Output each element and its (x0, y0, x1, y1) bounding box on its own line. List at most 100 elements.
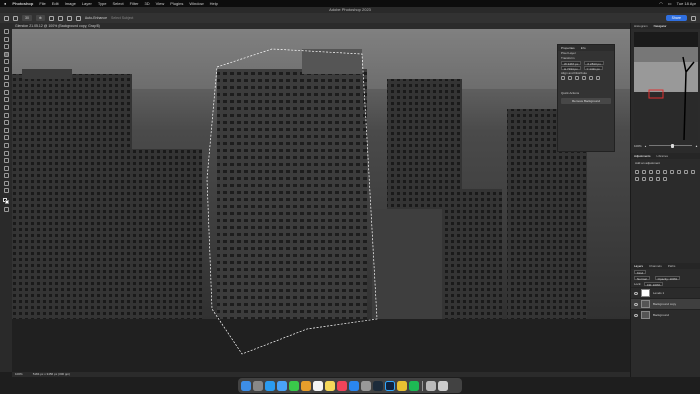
zoom-slider[interactable] (649, 143, 693, 148)
tab-adjustments[interactable]: Adjustments (634, 153, 651, 159)
align-middle-icon[interactable] (589, 76, 593, 80)
document-image[interactable] (12, 29, 630, 372)
history-brush-tool-icon[interactable] (3, 104, 9, 110)
frame-tool-icon[interactable] (3, 66, 9, 72)
hand-tool-icon[interactable] (3, 173, 9, 179)
battery-icon[interactable]: ▭ (668, 1, 672, 6)
healing-brush-tool-icon[interactable] (3, 82, 9, 88)
marquee-tool-icon[interactable] (3, 36, 9, 42)
lasso-tool-icon[interactable] (3, 44, 9, 50)
gradient-tool-icon[interactable] (3, 120, 9, 126)
menu-select[interactable]: Select (112, 1, 123, 6)
zoom-in-icon[interactable]: ▲ (695, 144, 698, 148)
system-settings-icon[interactable] (361, 380, 371, 391)
tab-paths[interactable]: Paths (668, 263, 676, 269)
navigator-zoom-value[interactable]: 100% (634, 144, 642, 148)
auto-enhance-checkbox[interactable]: Auto-Enhance (85, 16, 107, 20)
canvas[interactable] (12, 29, 630, 372)
quick-actions-header[interactable]: Quick Actions (558, 91, 614, 96)
type-tool-icon[interactable] (3, 150, 9, 156)
levels-icon[interactable] (642, 170, 646, 174)
photo-filter-icon[interactable] (691, 170, 695, 174)
app-menu[interactable]: Photoshop (12, 1, 33, 6)
align-top-icon[interactable] (582, 76, 586, 80)
menu-plugins[interactable]: Plugins (170, 1, 183, 6)
menu-view[interactable]: View (156, 1, 165, 6)
chrome-icon[interactable] (397, 380, 407, 391)
layer-name[interactable]: Background (653, 313, 669, 317)
select-subject-button[interactable]: Select Subject (111, 16, 133, 20)
app-store-icon[interactable] (349, 380, 359, 391)
select-mode-chip[interactable]: ⊕ (35, 15, 45, 21)
remove-background-button[interactable]: Remove Background (561, 98, 611, 104)
apple-icon[interactable]: ● (4, 1, 6, 6)
opacity-field[interactable]: Opacity: 100% (654, 276, 681, 281)
vibrance-icon[interactable] (663, 170, 667, 174)
share-button[interactable]: Share (665, 15, 687, 21)
color-balance-icon[interactable] (677, 170, 681, 174)
tab-histogram[interactable]: Histogram (634, 23, 648, 29)
channel-mixer-icon[interactable] (635, 177, 639, 181)
search-icon[interactable] (691, 15, 696, 21)
visibility-eye-icon[interactable] (634, 313, 638, 317)
brightness-icon[interactable] (635, 170, 639, 174)
rectangle-tool-icon[interactable] (3, 165, 9, 171)
y-field[interactable]: Y 1411 px (583, 66, 603, 71)
notes-icon[interactable] (325, 380, 335, 391)
wifi-icon[interactable]: ◠ (659, 1, 663, 6)
threshold-icon[interactable] (656, 177, 660, 181)
tab-layers[interactable]: Layers (634, 263, 643, 269)
quick-selection-icon[interactable] (13, 15, 18, 21)
dodge-tool-icon[interactable] (3, 135, 9, 141)
calendar-icon[interactable] (313, 380, 323, 391)
crop-tool-icon[interactable] (3, 59, 9, 65)
clone-stamp-tool-icon[interactable] (3, 97, 9, 103)
launchpad-icon[interactable] (253, 380, 263, 391)
path-selection-tool-icon[interactable] (3, 158, 9, 164)
tab-navigator[interactable]: Navigator (654, 23, 667, 29)
align-bottom-icon[interactable] (596, 76, 600, 80)
blend-mode-select[interactable]: Normal (634, 276, 650, 281)
x-field[interactable]: X 2813 px (584, 61, 604, 66)
menu-window[interactable]: Window (189, 1, 203, 6)
align-right-icon[interactable] (575, 76, 579, 80)
move-tool-icon[interactable] (3, 29, 9, 34)
eyedropper-tool-icon[interactable] (3, 74, 9, 80)
sample-all-icon[interactable] (66, 15, 72, 21)
add-selection-icon[interactable] (48, 15, 54, 21)
lightroom-icon[interactable] (373, 380, 383, 391)
zoom-tool-icon[interactable] (3, 180, 9, 186)
menu-image[interactable]: Image (65, 1, 76, 6)
layer-name[interactable]: Background copy (653, 302, 676, 306)
photoshop-icon[interactable] (385, 380, 395, 391)
layer-row[interactable]: Background copy (631, 298, 700, 309)
menu-filter[interactable]: Filter (130, 1, 139, 6)
spotify-icon[interactable] (409, 380, 419, 391)
brush-tool-icon[interactable] (3, 89, 9, 95)
navigator-preview[interactable] (634, 32, 698, 140)
black-white-icon[interactable] (684, 170, 688, 174)
menu-edit[interactable]: Edit (52, 1, 59, 6)
eraser-tool-icon[interactable] (3, 112, 9, 118)
visibility-eye-icon[interactable] (634, 291, 638, 295)
trash-icon[interactable] (437, 380, 448, 391)
downloads-icon[interactable] (425, 380, 436, 391)
quick-selection-tool-icon[interactable] (3, 51, 9, 57)
brush-size-chip[interactable]: 30 (22, 15, 32, 21)
fill-field[interactable]: Fill: 100% (644, 282, 664, 287)
layer-row[interactable]: Levels 1 (631, 287, 700, 298)
menu-file[interactable]: File (39, 1, 45, 6)
layer-name[interactable]: Levels 1 (653, 291, 664, 295)
menu-layer[interactable]: Layer (82, 1, 92, 6)
more-tools-icon[interactable] (3, 188, 9, 194)
width-field[interactable]: W 3467 px (561, 61, 582, 66)
clock[interactable]: Tue 18 Apr (677, 1, 696, 6)
pen-tool-icon[interactable] (3, 142, 9, 148)
layer-filter-kind[interactable]: Kind (634, 270, 647, 275)
tab-libraries[interactable]: Libraries (657, 153, 669, 159)
zoom-out-icon[interactable]: ▴ (645, 144, 647, 148)
layer-row[interactable]: Background (631, 309, 700, 320)
hue-saturation-icon[interactable] (670, 170, 674, 174)
menu-3d[interactable]: 3D (145, 1, 150, 6)
color-swatches[interactable] (3, 198, 9, 205)
